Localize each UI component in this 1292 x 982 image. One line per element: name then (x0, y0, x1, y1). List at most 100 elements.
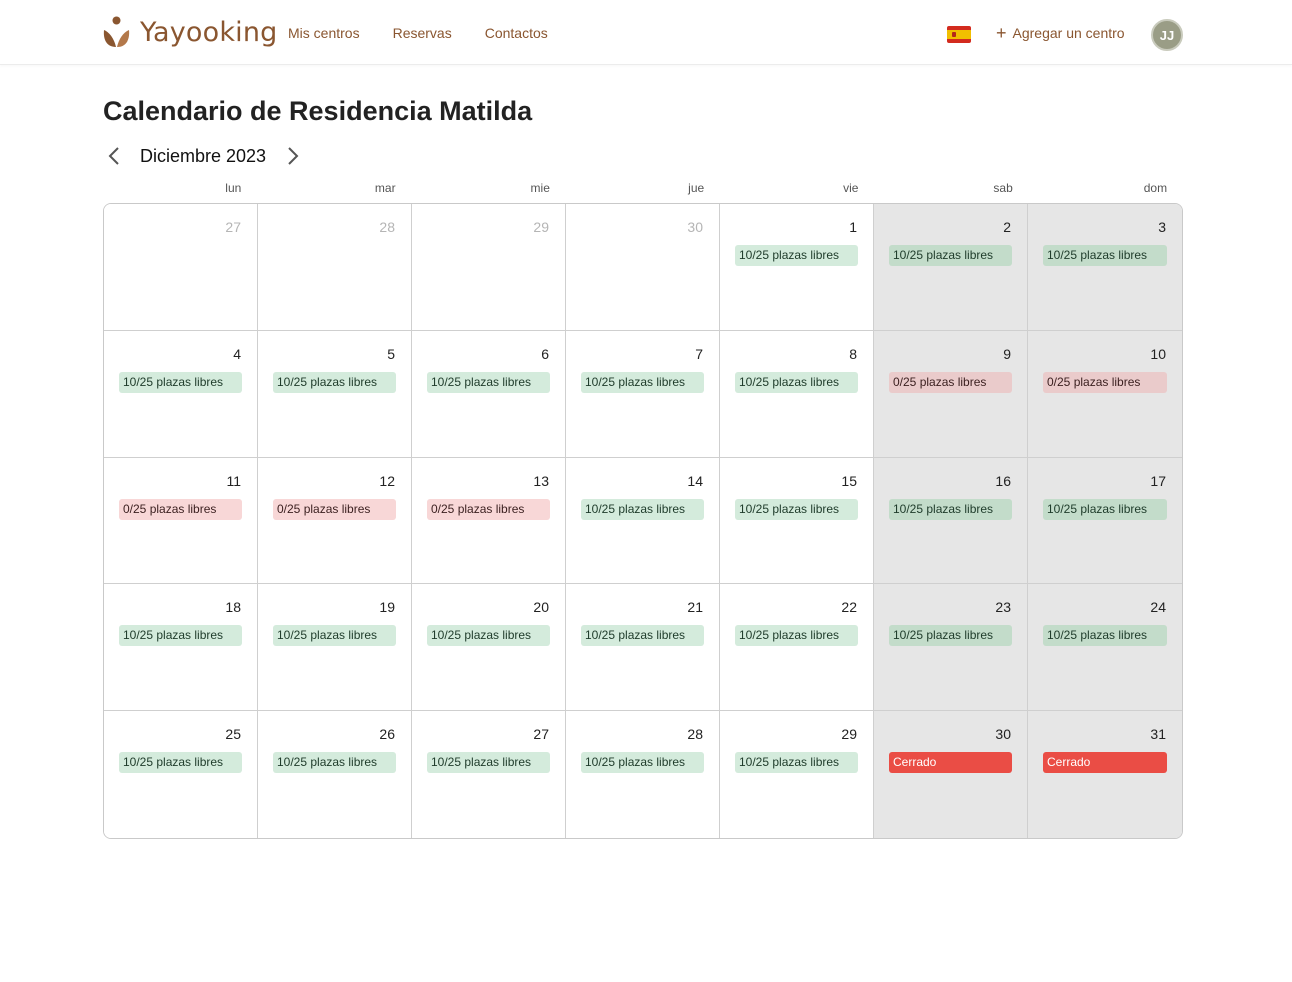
calendar-day[interactable]: 31 Cerrado (1028, 711, 1182, 838)
nav-mis-centros[interactable]: Mis centros (288, 25, 360, 41)
weekday-mie: mie (530, 181, 550, 195)
calendar-day[interactable]: 18 10/25 plazas libres (104, 584, 258, 712)
brand-logo[interactable]: Yayooking (103, 15, 278, 49)
availability-badge[interactable]: 10/25 plazas libres (581, 752, 704, 774)
month-navigator: Diciembre 2023 (103, 143, 304, 169)
day-number: 12 (379, 472, 395, 489)
previous-month-button[interactable] (103, 143, 125, 169)
calendar-day[interactable]: 24 10/25 plazas libres (1028, 584, 1182, 712)
day-number: 28 (379, 219, 395, 235)
calendar-day[interactable]: 30 Cerrado (874, 711, 1028, 838)
availability-badge[interactable]: 0/25 plazas libres (427, 498, 550, 520)
calendar-day[interactable]: 28 (258, 204, 412, 331)
calendar-day[interactable]: 16 10/25 plazas libres (874, 457, 1028, 585)
availability-badge[interactable]: 10/25 plazas libres (273, 371, 396, 393)
chevron-right-icon (288, 147, 299, 165)
user-avatar[interactable]: JJ (1151, 19, 1183, 51)
availability-badge[interactable]: 10/25 plazas libres (735, 371, 858, 393)
availability-badge[interactable]: 0/25 plazas libres (1043, 371, 1167, 393)
calendar-day[interactable]: 9 0/25 plazas libres (874, 330, 1028, 458)
weekday-mar: mar (374, 181, 396, 195)
next-month-button[interactable] (282, 143, 304, 169)
calendar-day[interactable]: 15 10/25 plazas libres (720, 457, 874, 585)
availability-badge[interactable]: 10/25 plazas libres (889, 498, 1012, 520)
calendar-day[interactable]: 17 10/25 plazas libres (1028, 457, 1182, 585)
logo-icon (103, 16, 130, 47)
day-number: 31 (1150, 726, 1166, 743)
availability-badge[interactable]: 10/25 plazas libres (273, 752, 396, 774)
day-number: 14 (687, 472, 703, 489)
closed-badge[interactable]: Cerrado (1043, 752, 1167, 774)
availability-badge[interactable]: 10/25 plazas libres (1043, 245, 1167, 266)
day-number: 8 (849, 345, 857, 362)
calendar-day[interactable]: 2 10/25 plazas libres (874, 204, 1028, 331)
availability-badge[interactable]: 10/25 plazas libres (1043, 625, 1167, 647)
calendar-day[interactable]: 21 10/25 plazas libres (566, 584, 720, 712)
calendar-day[interactable]: 27 (104, 204, 258, 331)
calendar-day[interactable]: 1 10/25 plazas libres (720, 204, 874, 331)
availability-badge[interactable]: 10/25 plazas libres (1043, 498, 1167, 520)
availability-badge[interactable]: 10/25 plazas libres (581, 625, 704, 647)
availability-badge[interactable]: 10/25 plazas libres (119, 625, 242, 647)
calendar-day[interactable]: 23 10/25 plazas libres (874, 584, 1028, 712)
calendar-day[interactable]: 26 10/25 plazas libres (258, 711, 412, 838)
nav-reservas[interactable]: Reservas (393, 25, 452, 41)
add-center-button[interactable]: + Agregar un centro (996, 24, 1125, 42)
calendar-day[interactable]: 30 (566, 204, 720, 331)
calendar-day[interactable]: 7 10/25 plazas libres (566, 330, 720, 458)
availability-badge[interactable]: 10/25 plazas libres (735, 245, 858, 266)
availability-badge[interactable]: 10/25 plazas libres (427, 625, 550, 647)
day-number: 20 (533, 599, 549, 616)
closed-badge[interactable]: Cerrado (889, 752, 1012, 774)
availability-badge[interactable]: 10/25 plazas libres (735, 625, 858, 647)
calendar-day[interactable]: 20 10/25 plazas libres (412, 584, 566, 712)
calendar-day[interactable]: 8 10/25 plazas libres (720, 330, 874, 458)
calendar-day[interactable]: 29 (412, 204, 566, 331)
current-month-label: Diciembre 2023 (140, 145, 267, 166)
day-number: 25 (225, 726, 241, 743)
calendar-day[interactable]: 12 0/25 plazas libres (258, 457, 412, 585)
calendar-day[interactable]: 22 10/25 plazas libres (720, 584, 874, 712)
add-center-label: Agregar un centro (1012, 25, 1125, 41)
calendar-day[interactable]: 25 10/25 plazas libres (104, 711, 258, 838)
spain-flag-icon[interactable] (947, 26, 971, 43)
calendar-day[interactable]: 27 10/25 plazas libres (412, 711, 566, 838)
availability-badge[interactable]: 0/25 plazas libres (889, 371, 1012, 393)
availability-badge[interactable]: 10/25 plazas libres (581, 371, 704, 393)
calendar-day[interactable]: 14 10/25 plazas libres (566, 457, 720, 585)
day-number: 18 (225, 599, 241, 616)
availability-badge[interactable]: 10/25 plazas libres (889, 245, 1012, 266)
availability-badge[interactable]: 10/25 plazas libres (889, 625, 1012, 647)
calendar-day[interactable]: 19 10/25 plazas libres (258, 584, 412, 712)
calendar-day[interactable]: 28 10/25 plazas libres (566, 711, 720, 838)
page-title: Calendario de Residencia Matilda (103, 96, 533, 126)
availability-badge[interactable]: 10/25 plazas libres (581, 498, 704, 520)
calendar-day[interactable]: 5 10/25 plazas libres (258, 330, 412, 458)
day-number: 27 (533, 726, 549, 743)
availability-badge[interactable]: 10/25 plazas libres (273, 625, 396, 647)
day-number: 1 (849, 219, 857, 235)
weekday-jue: jue (688, 181, 705, 195)
day-number: 28 (687, 726, 703, 743)
nav-contactos[interactable]: Contactos (485, 25, 548, 41)
availability-badge[interactable]: 10/25 plazas libres (119, 371, 242, 393)
day-number: 2 (1003, 219, 1011, 235)
calendar-day[interactable]: 6 10/25 plazas libres (412, 330, 566, 458)
availability-badge[interactable]: 10/25 plazas libres (735, 498, 858, 520)
calendar-day[interactable]: 10 0/25 plazas libres (1028, 330, 1182, 458)
calendar-day[interactable]: 13 0/25 plazas libres (412, 457, 566, 585)
day-number: 19 (379, 599, 395, 616)
calendar-day[interactable]: 29 10/25 plazas libres (720, 711, 874, 838)
availability-badge[interactable]: 10/25 plazas libres (427, 371, 550, 393)
day-number: 22 (841, 599, 857, 616)
availability-badge[interactable]: 0/25 plazas libres (273, 498, 396, 520)
day-number: 16 (995, 472, 1011, 489)
availability-badge[interactable]: 10/25 plazas libres (427, 752, 550, 774)
calendar-day[interactable]: 4 10/25 plazas libres (104, 330, 258, 458)
calendar-day[interactable]: 3 10/25 plazas libres (1028, 204, 1182, 331)
availability-badge[interactable]: 0/25 plazas libres (119, 498, 242, 520)
day-number: 15 (841, 472, 857, 489)
availability-badge[interactable]: 10/25 plazas libres (735, 752, 858, 774)
calendar-day[interactable]: 110/25 plazas libres (104, 457, 258, 585)
availability-badge[interactable]: 10/25 plazas libres (119, 752, 242, 774)
